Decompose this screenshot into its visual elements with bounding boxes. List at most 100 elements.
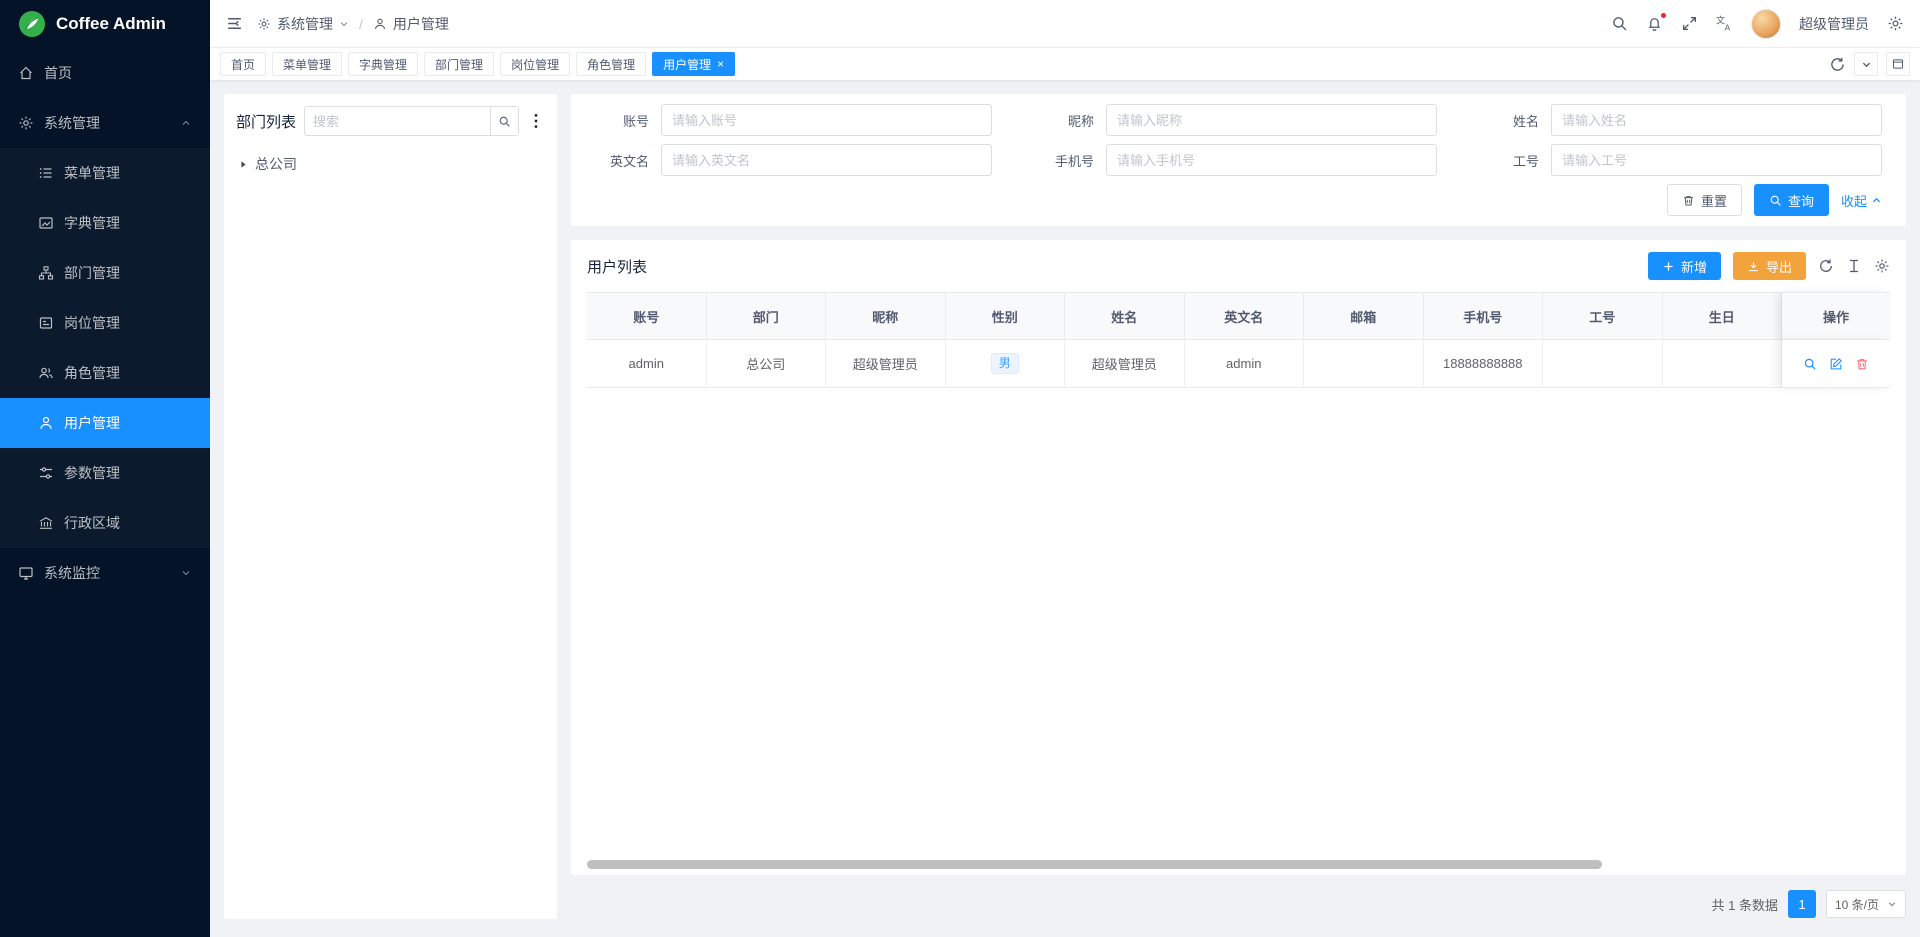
cell-name: 超级管理员 xyxy=(1065,340,1185,388)
tab-dict-mgmt[interactable]: 字典管理 xyxy=(348,52,418,76)
column-header-en-name: 英文名 xyxy=(1185,292,1305,340)
gender-tag: 男 xyxy=(991,353,1019,373)
sidebar-item-menu-mgmt[interactable]: 菜单管理 xyxy=(0,148,210,198)
column-settings-icon[interactable] xyxy=(1846,258,1862,274)
gear-icon xyxy=(18,115,34,131)
tab-post-mgmt[interactable]: 岗位管理 xyxy=(500,52,570,76)
sidebar-menu: 首页 系统管理 菜单管理 字典管理 部门管理 xyxy=(0,48,210,937)
user-icon xyxy=(38,415,54,431)
search-icon[interactable] xyxy=(1611,15,1628,32)
tab-user-mgmt[interactable]: 用户管理 × xyxy=(652,52,735,76)
sidebar-item-home[interactable]: 首页 xyxy=(0,48,210,98)
gear-icon[interactable] xyxy=(1887,15,1904,32)
sidebar-item-region-mgmt[interactable]: 行政区域 xyxy=(0,498,210,548)
menu-fold-icon[interactable] xyxy=(226,15,243,32)
edit-icon[interactable] xyxy=(1829,357,1843,371)
caret-right-icon[interactable] xyxy=(238,159,249,170)
work-no-input[interactable] xyxy=(1551,144,1882,176)
pagination: 共 1 条数据 1 10 条/页 xyxy=(571,889,1906,919)
tree-node-head-office[interactable]: 总公司 xyxy=(236,150,545,178)
cell-email xyxy=(1304,340,1424,388)
coffee-logo-icon xyxy=(18,10,46,38)
sidebar-group-monitor[interactable]: 系统监控 xyxy=(0,548,210,598)
sidebar-item-label: 首页 xyxy=(44,63,72,83)
delete-icon[interactable] xyxy=(1855,357,1869,371)
row-actions xyxy=(1803,357,1869,371)
avatar[interactable] xyxy=(1751,9,1781,39)
tab-home[interactable]: 首页 xyxy=(220,52,266,76)
view-icon[interactable] xyxy=(1803,357,1817,371)
cell-actions xyxy=(1782,340,1890,388)
search-form: 账号 昵称 姓名 英文名 xyxy=(587,104,1882,176)
tabbar: 首页 菜单管理 字典管理 部门管理 岗位管理 角色管理 用户管理 × xyxy=(210,48,1920,80)
tab-dept-mgmt[interactable]: 部门管理 xyxy=(424,52,494,76)
close-icon[interactable]: × xyxy=(717,58,724,70)
query-button[interactable]: 查询 xyxy=(1754,184,1829,216)
username[interactable]: 超级管理员 xyxy=(1799,14,1869,34)
svg-text:A: A xyxy=(1725,22,1731,32)
department-search xyxy=(304,106,519,136)
sidebar-item-dict-mgmt[interactable]: 字典管理 xyxy=(0,198,210,248)
department-search-input[interactable] xyxy=(305,107,490,135)
breadcrumb-level1[interactable]: 系统管理 xyxy=(277,14,333,34)
screen-icon xyxy=(1892,58,1904,70)
export-button[interactable]: 导出 xyxy=(1733,252,1806,280)
field-label: 英文名 xyxy=(587,151,649,170)
chevron-up-icon xyxy=(1871,195,1882,206)
translate-icon[interactable]: 文A xyxy=(1716,15,1733,32)
sidebar-item-role-mgmt[interactable]: 角色管理 xyxy=(0,348,210,398)
list-icon xyxy=(38,165,54,181)
horizontal-scrollbar[interactable] xyxy=(587,860,1602,869)
tabs-menu-button[interactable] xyxy=(1854,52,1878,76)
plus-icon xyxy=(1662,260,1675,273)
table-title: 用户列表 xyxy=(587,256,647,277)
field-work-no: 工号 xyxy=(1477,144,1882,176)
tree-node-label: 总公司 xyxy=(255,154,297,174)
sidebar-group-system[interactable]: 系统管理 xyxy=(0,98,210,148)
collapse-form-link[interactable]: 收起 xyxy=(1841,191,1882,210)
tab-menu-mgmt[interactable]: 菜单管理 xyxy=(272,52,342,76)
sidebar-item-label: 行政区域 xyxy=(64,513,120,533)
column-header-nickname: 昵称 xyxy=(826,292,946,340)
chevron-down-icon xyxy=(1861,59,1872,70)
account-input[interactable] xyxy=(661,104,992,136)
phone-input[interactable] xyxy=(1106,144,1437,176)
add-user-button[interactable]: 新增 xyxy=(1648,252,1721,280)
sidebar-item-label: 字典管理 xyxy=(64,213,120,233)
fullscreen-icon[interactable] xyxy=(1681,15,1698,32)
bell-icon[interactable] xyxy=(1646,15,1663,32)
tab-role-mgmt[interactable]: 角色管理 xyxy=(576,52,646,76)
topbar: 系统管理 / 用户管理 文A 超级管理员 xyxy=(210,0,1920,48)
chevron-up-icon xyxy=(180,117,192,129)
nickname-input[interactable] xyxy=(1106,104,1437,136)
en-name-input[interactable] xyxy=(661,144,992,176)
reset-button[interactable]: 重置 xyxy=(1667,184,1742,216)
more-vertical-icon[interactable] xyxy=(527,112,545,130)
sidebar-item-param-mgmt[interactable]: 参数管理 xyxy=(0,448,210,498)
user-table-card: 用户列表 新增 导出 xyxy=(571,240,1906,875)
tabbar-tools xyxy=(1829,52,1910,76)
notification-dot xyxy=(1660,12,1667,19)
topbar-actions: 文A 超级管理员 xyxy=(1611,9,1904,39)
page-size-select[interactable]: 10 条/页 xyxy=(1826,890,1906,918)
sidebar-item-user-mgmt[interactable]: 用户管理 xyxy=(0,398,210,448)
table-row[interactable]: admin 总公司 超级管理员 男 超级管理员 admin 1888888888… xyxy=(587,340,1890,388)
sidebar-item-post-mgmt[interactable]: 岗位管理 xyxy=(0,298,210,348)
chevron-down-icon xyxy=(1887,899,1897,909)
gear-icon[interactable] xyxy=(1874,258,1890,274)
download-icon xyxy=(1747,260,1760,273)
refresh-icon[interactable] xyxy=(1829,56,1846,73)
sidebar-item-dept-mgmt[interactable]: 部门管理 xyxy=(0,248,210,298)
cell-birthday xyxy=(1663,340,1783,388)
refresh-icon[interactable] xyxy=(1818,258,1834,274)
department-search-button[interactable] xyxy=(490,107,518,135)
page-button-1[interactable]: 1 xyxy=(1788,890,1816,918)
content-fullscreen-button[interactable] xyxy=(1886,52,1910,76)
column-header-email: 邮箱 xyxy=(1304,292,1424,340)
name-input[interactable] xyxy=(1551,104,1882,136)
app-title: Coffee Admin xyxy=(56,14,166,34)
sidebar-item-label: 菜单管理 xyxy=(64,163,120,183)
department-panel: 部门列表 总公司 xyxy=(224,94,557,919)
tab-label: 用户管理 xyxy=(663,56,711,73)
table-toolbar: 用户列表 新增 导出 xyxy=(587,252,1890,280)
